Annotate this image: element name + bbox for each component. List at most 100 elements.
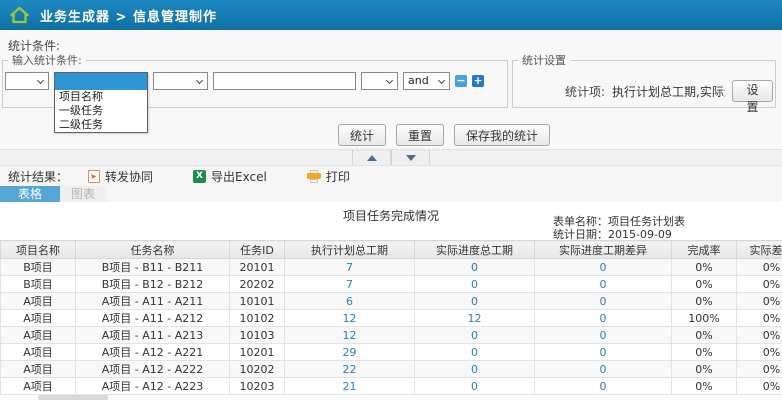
table-cell: 0% <box>672 344 737 361</box>
col-duration-diff: 实际进度工期差异 <box>535 241 672 259</box>
table-cell: 0% <box>672 293 737 310</box>
table-cell: 20202 <box>230 276 285 293</box>
table-cell[interactable]: 12 <box>415 310 535 327</box>
table-cell[interactable]: 0 <box>415 361 535 378</box>
breadcrumb: 业务生成器 > 信息管理制作 <box>40 6 217 25</box>
col-plan-duration: 执行计划总工期 <box>285 241 415 259</box>
table-cell: 0% <box>672 361 737 378</box>
table-cell: 0% <box>737 361 782 378</box>
report-area: 项目任务完成情况 表单名称：项目任务计划表 统计日期：2015-09-09 项目… <box>0 202 782 400</box>
stat-settings-fieldset: 统计设置 统计项: 执行计划总工期,实际进度总工 设置 <box>512 52 776 108</box>
table-cell: B项目 <box>1 259 76 276</box>
topbar: 业务生成器 > 信息管理制作 <box>0 0 782 30</box>
horizontal-scrollbar[interactable] <box>0 395 782 400</box>
forward-icon <box>88 170 100 183</box>
dropdown-option-level2-task[interactable]: 二级任务 <box>55 118 147 132</box>
table-row: A项目A项目 - A11 - A2131010312000%0% <box>1 327 782 344</box>
table-row: B项目B项目 - B12 - B212202027000%0% <box>1 276 782 293</box>
table-cell[interactable]: 0 <box>535 344 672 361</box>
table-cell: 0% <box>672 378 737 395</box>
scrollbar-thumb[interactable] <box>38 395 108 400</box>
table-cell[interactable]: 22 <box>285 361 415 378</box>
table-cell: 20101 <box>230 259 285 276</box>
table-cell[interactable]: 0 <box>535 293 672 310</box>
table-cell[interactable]: 0 <box>415 344 535 361</box>
remove-condition-button[interactable]: − <box>455 75 467 87</box>
table-cell[interactable]: 21 <box>285 378 415 395</box>
table-cell[interactable]: 0 <box>535 310 672 327</box>
table-cell[interactable]: 0 <box>535 276 672 293</box>
collapse-down-button[interactable] <box>391 150 430 165</box>
reset-button[interactable]: 重置 <box>396 124 444 146</box>
table-cell[interactable]: 0 <box>535 327 672 344</box>
table-cell: A项目 <box>1 378 76 395</box>
col-completion-rate: 完成率 <box>672 241 737 259</box>
collapse-up-button[interactable] <box>352 150 391 165</box>
conditions-panel: 统计条件: 输入统计条件: 项目名称 一级任务 二级任务 <box>0 30 782 150</box>
results-label: 统计结果： <box>8 168 68 185</box>
table-cell[interactable]: 0 <box>535 361 672 378</box>
table-cell: 0% <box>737 378 782 395</box>
dropdown-option-empty[interactable] <box>55 73 147 90</box>
table-row: A项目A项目 - A12 - A2221020222000%0% <box>1 361 782 378</box>
print-button[interactable]: 打印 <box>307 168 350 185</box>
results-toolbar: 统计结果： 转发协同 导出Excel 打印 <box>0 166 782 186</box>
table-row: A项目A项目 - A11 - A2121010212120100%0% <box>1 310 782 327</box>
col-project-name: 项目名称 <box>1 241 76 259</box>
table-cell[interactable]: 0 <box>415 293 535 310</box>
stat-item-label: 统计项: <box>565 83 605 100</box>
tab-chart[interactable]: 图表 <box>60 186 106 202</box>
print-icon <box>307 170 321 183</box>
excel-icon <box>193 170 206 183</box>
table-cell[interactable]: 6 <box>285 293 415 310</box>
stat-settings-legend: 统计设置 <box>518 52 570 68</box>
results-table: 项目名称 任务名称 任务ID 执行计划总工期 实际进度总工期 实际进度工期差异 … <box>0 240 782 395</box>
statistics-button[interactable]: 统计 <box>338 124 386 146</box>
table-header-row: 项目名称 任务名称 任务ID 执行计划总工期 实际进度总工期 实际进度工期差异 … <box>1 241 782 259</box>
input-conditions-legend: 输入统计条件: <box>8 52 86 68</box>
operator-select[interactable] <box>153 72 208 90</box>
condition-value-input[interactable] <box>213 72 356 90</box>
stat-item-value: 执行计划总工期,实际进度总工 <box>612 83 725 100</box>
input-conditions-fieldset: 输入统计条件: 项目名称 一级任务 二级任务 <box>2 52 508 108</box>
table-cell[interactable]: 29 <box>285 344 415 361</box>
table-cell[interactable]: 0 <box>415 378 535 395</box>
table-cell: 10103 <box>230 327 285 344</box>
table-cell: A项目 <box>1 361 76 378</box>
table-cell[interactable]: 7 <box>285 259 415 276</box>
table-cell: B项目 - B11 - B211 <box>76 259 230 276</box>
table-cell[interactable]: 0 <box>535 378 672 395</box>
unit-select[interactable] <box>361 72 398 90</box>
add-condition-button[interactable]: + <box>472 75 484 87</box>
export-excel-label: 导出Excel <box>211 168 267 185</box>
collapse-bar <box>0 150 782 166</box>
table-cell: 0% <box>672 327 737 344</box>
table-cell: 0% <box>737 344 782 361</box>
dropdown-option-level1-task[interactable]: 一级任务 <box>55 104 147 118</box>
logic-select[interactable]: and <box>403 72 450 90</box>
table-cell[interactable]: 12 <box>285 310 415 327</box>
table-cell: A项目 - A12 - A223 <box>76 378 230 395</box>
export-excel-button[interactable]: 导出Excel <box>193 168 267 185</box>
table-cell[interactable]: 0 <box>535 259 672 276</box>
forward-collaboration-button[interactable]: 转发协同 <box>88 168 153 185</box>
table-cell: A项目 - A12 - A221 <box>76 344 230 361</box>
table-cell: 10202 <box>230 361 285 378</box>
table-cell[interactable]: 0 <box>415 327 535 344</box>
home-icon[interactable] <box>7 4 31 26</box>
table-row: A项目A项目 - A11 - A211101016000%0% <box>1 293 782 310</box>
chevron-down-icon <box>196 77 203 84</box>
forward-collaboration-label: 转发协同 <box>105 168 153 185</box>
table-cell[interactable]: 0 <box>415 259 535 276</box>
chevron-down-icon <box>37 77 44 84</box>
configure-button[interactable]: 设置 <box>732 80 773 102</box>
tab-table[interactable]: 表格 <box>0 186 60 202</box>
save-statistics-button[interactable]: 保存我的统计 <box>454 124 550 146</box>
field-select[interactable]: 项目名称 一级任务 二级任务 <box>54 72 148 90</box>
table-cell[interactable]: 0 <box>415 276 535 293</box>
table-cell[interactable]: 7 <box>285 276 415 293</box>
app-window: 业务生成器 > 信息管理制作 统计条件: 输入统计条件: 项目名称 一级任务 二… <box>0 0 782 400</box>
bracket-select[interactable] <box>5 72 49 90</box>
table-cell[interactable]: 12 <box>285 327 415 344</box>
dropdown-option-project-name[interactable]: 项目名称 <box>55 90 147 104</box>
